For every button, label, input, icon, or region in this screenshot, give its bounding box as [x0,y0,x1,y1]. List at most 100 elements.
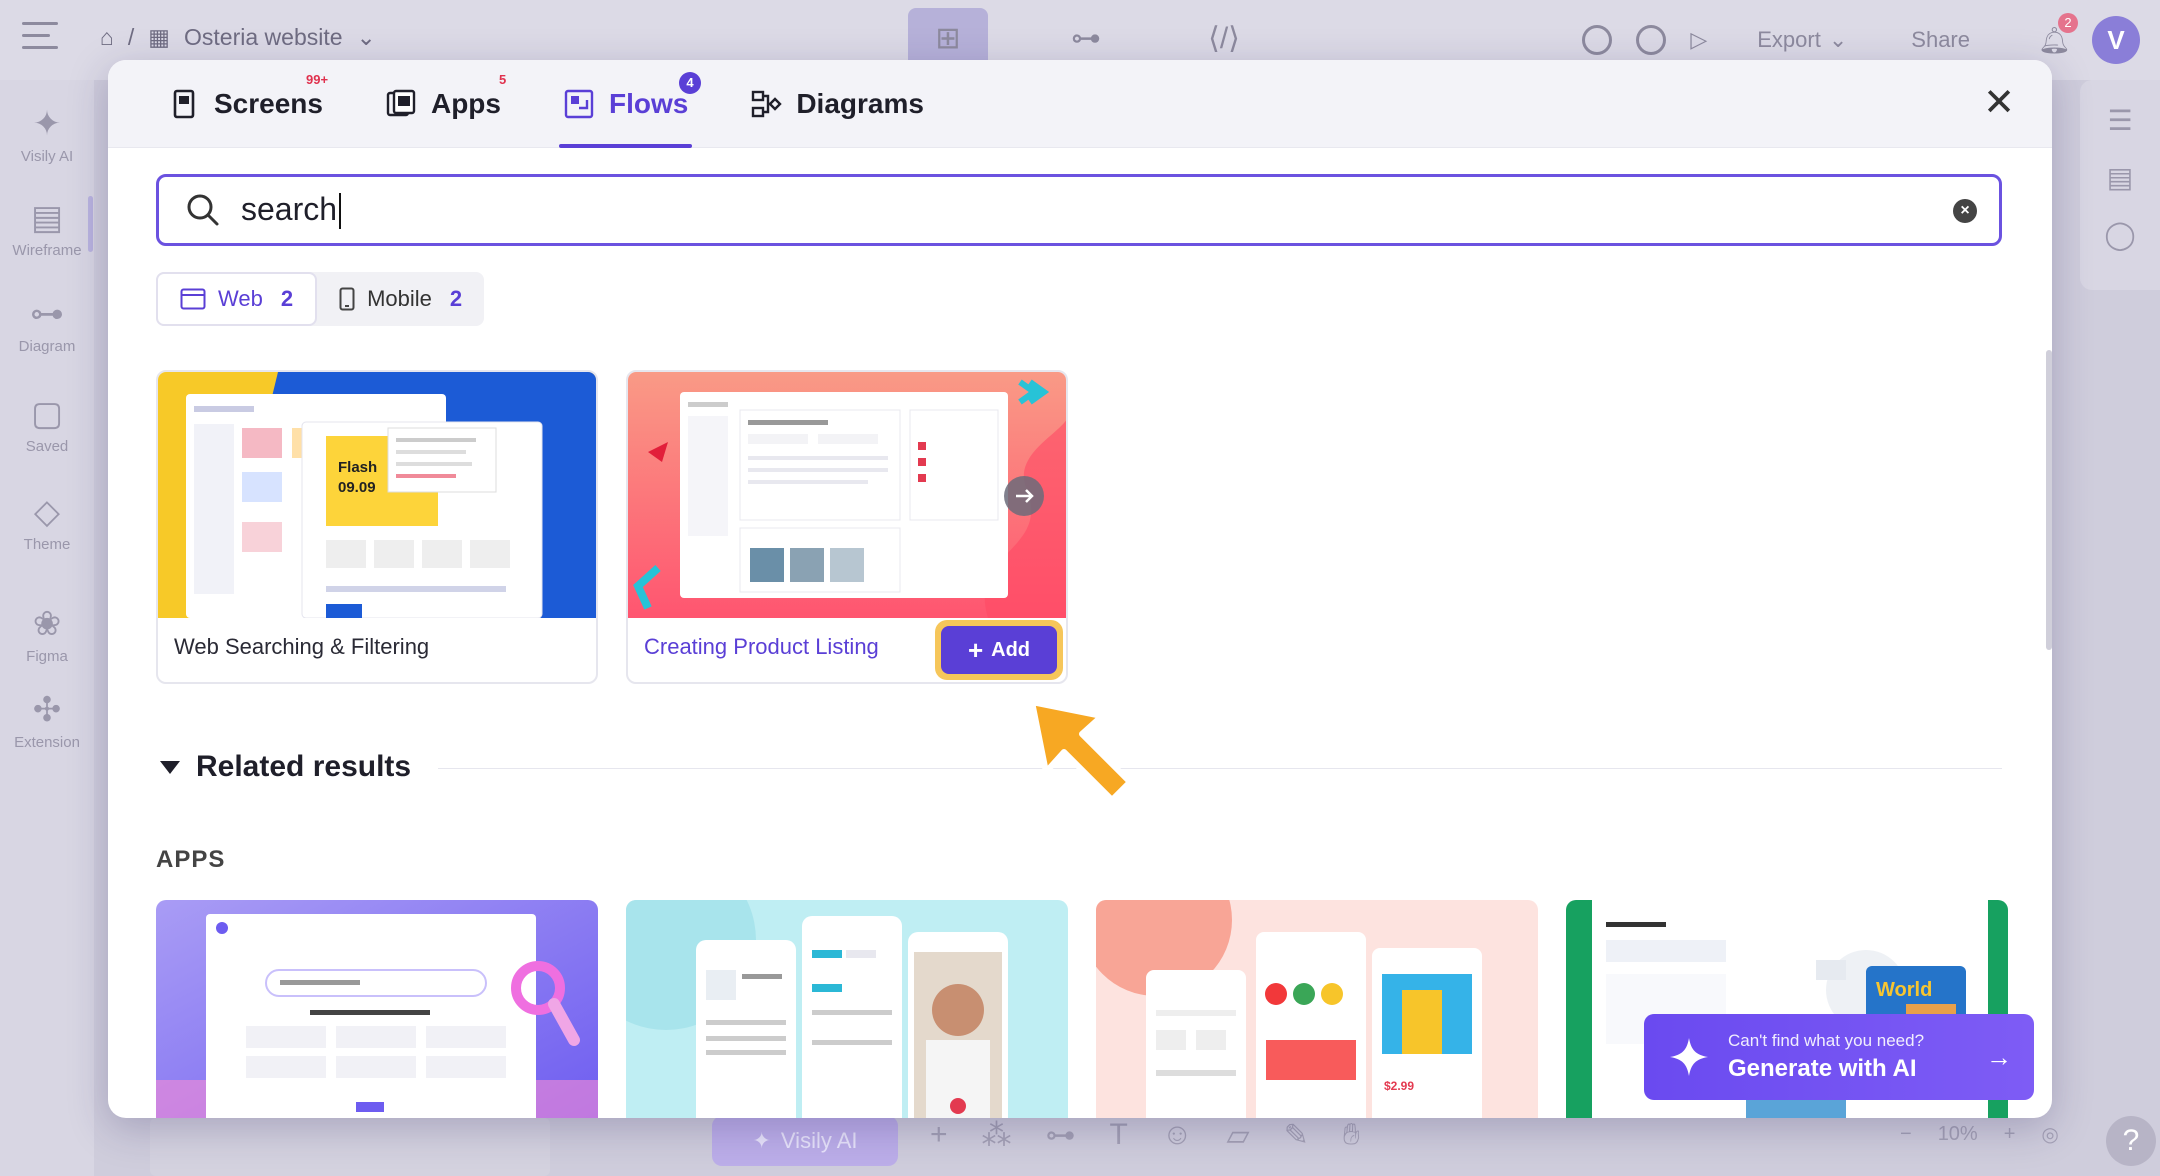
app-thumbnail: $2.99 [1096,900,1538,1118]
tab-apps[interactable]: Apps 5 [381,60,507,148]
note-icon[interactable]: ▱ [1227,1118,1250,1153]
left-sidebar: ✦ Visily AI ▤ Wireframe ⊶ Diagram ▢ Saved ◇ T… [0,80,94,1176]
related-results-toggle[interactable]: Related results [160,750,411,784]
flow-card-title: Web Searching & Filtering [174,634,430,659]
clear-search-icon[interactable]: × [1953,199,1977,223]
text-icon[interactable]: T [1110,1118,1128,1153]
modal-tabs: Screens 99+ Apps 5 Flows 4 Diagrams [164,60,928,148]
app-thumbnail [626,900,1068,1118]
chevron-down-icon: ⌄ [1828,27,1848,52]
svg-text:09.09: 09.09 [338,479,376,496]
tab-badge: 5 [498,72,507,87]
sidebar-item-extension[interactable]: ✣ Extension [0,690,94,751]
notification-badge: 2 [2058,13,2078,33]
flow-card[interactable]: Flash 09.09 Web Searching & Filtering [156,370,598,684]
app-card[interactable] [626,900,1068,1118]
help-icon[interactable]: ? [2106,1116,2156,1166]
generate-with-ai-banner[interactable]: Can't find what you need? Generate with … [1644,1014,2034,1100]
divider [438,768,2002,769]
export-button[interactable]: Export ⌄ [1757,27,1847,53]
sidebar-item-theme[interactable]: ◇ Theme [0,492,94,553]
modal-header: Screens 99+ Apps 5 Flows 4 Diagrams ✕ [108,60,2052,148]
visily-ai-button[interactable]: ✦ Visily AI [712,1116,898,1166]
filter-web[interactable]: Web 2 [156,272,318,326]
diagram-icon: ⊶ [30,295,64,333]
add-icon[interactable]: + [930,1118,948,1153]
tab-diagrams[interactable]: Diagrams [746,60,928,148]
sidebar-active-indicator [88,196,93,252]
ai-banner-hint: Can't find what you need? [1728,1031,1925,1050]
caret-down-icon [160,760,180,774]
svg-text:$2.99: $2.99 [1384,1079,1414,1093]
tab-screens[interactable]: Screens 99+ [164,60,329,148]
add-button-highlight: + Add [935,620,1063,680]
mobile-icon [339,287,355,311]
insert-modal: Screens 99+ Apps 5 Flows 4 Diagrams ✕ se… [108,60,2052,1118]
tab-badge: 4 [678,72,701,94]
zoom-out-icon[interactable]: − [1900,1123,1912,1146]
sidebar-item-figma[interactable]: ❀ Figma [0,604,94,665]
zoom-level[interactable]: 10% [1938,1123,1978,1146]
avatar[interactable]: V [2092,16,2140,64]
emoji-icon[interactable]: ☺ [1162,1118,1193,1153]
app-card[interactable]: $2.99 [1096,900,1538,1118]
apps-icon [386,89,416,117]
section-label-apps: APPS [156,846,226,873]
modal-scrollbar[interactable] [2046,350,2052,650]
chevron-down-icon[interactable]: ⌄ [357,24,376,51]
tab-flows[interactable]: Flows 4 [558,60,701,148]
search-input[interactable]: search × [156,174,2002,246]
sidebar-item-visily-ai[interactable]: ✦ Visily AI [0,104,94,165]
app-card[interactable] [156,900,598,1118]
hand-icon[interactable]: ✋︎ [1343,1118,1360,1153]
flow-thumbnail [628,372,1066,618]
figma-icon: ❀ [32,605,62,643]
add-icon[interactable] [1636,25,1667,55]
arrow-right-icon: → [1986,1042,2012,1072]
saved-icon: ▢ [30,395,64,433]
bell-icon[interactable]: 🔔︎ 2 [2038,13,2078,55]
platform-filters: Web 2 Mobile 2 [156,272,485,326]
sparkle-icon: ✦ [32,105,62,143]
zoom-controls: − 10% + ◎ [1900,1122,2059,1147]
layers-icon[interactable]: ▤ [2080,161,2160,194]
home-icon[interactable]: ⌂ [100,24,114,51]
share-button[interactable]: Share [1911,27,1970,53]
flow-card-title: Creating Product Listing [644,634,879,659]
flow-icon[interactable]: ⊶ [1046,1118,1076,1153]
sidebar-item-wireframe[interactable]: ▤ Wireframe [0,198,94,259]
project-icon: ▦ [148,24,171,50]
app-thumbnail [156,900,598,1118]
menu-icon[interactable] [22,22,58,52]
target-icon[interactable]: ◎ [2041,1122,2058,1147]
breadcrumb: ⌂ / ▦ Osteria website ⌄ [100,24,376,51]
sidebar-item-saved[interactable]: ▢ Saved [0,394,94,455]
search-input-value: search [241,191,342,230]
flows-icon [564,89,594,119]
pen-icon[interactable]: ✎ [1284,1118,1309,1153]
flow-thumbnail: Flash 09.09 [158,372,596,618]
zoom-in-icon[interactable]: + [2004,1123,2016,1146]
right-toolbar: ☰ ▤ ◯ [2080,80,2160,290]
svg-text:Flash: Flash [338,459,377,476]
browser-icon [180,288,206,310]
sparkle-icon [1670,1038,1708,1076]
settings-sliders-icon[interactable]: ☰ [2080,104,2160,137]
search-icon [187,194,219,226]
sidebar-item-diagram[interactable]: ⊶ Diagram [0,294,94,355]
components-icon[interactable]: ⁂ [982,1118,1012,1153]
play-icon[interactable]: ▷ [1690,27,1707,53]
screen-icon [173,89,195,119]
text-caret [339,193,342,230]
extension-icon: ✣ [32,691,62,729]
filter-mobile[interactable]: Mobile 2 [317,272,484,326]
pointer-arrow-icon [1029,699,1133,803]
tab-badge: 99+ [306,72,329,87]
search-icon[interactable] [1582,25,1613,55]
plus-icon: + [967,635,984,665]
project-name[interactable]: Osteria website [184,24,343,51]
add-button[interactable]: + Add [941,626,1057,674]
close-icon[interactable]: ✕ [1982,84,2016,122]
wireframe-icon: ▤ [30,199,64,237]
comment-icon[interactable]: ◯ [2080,218,2160,251]
